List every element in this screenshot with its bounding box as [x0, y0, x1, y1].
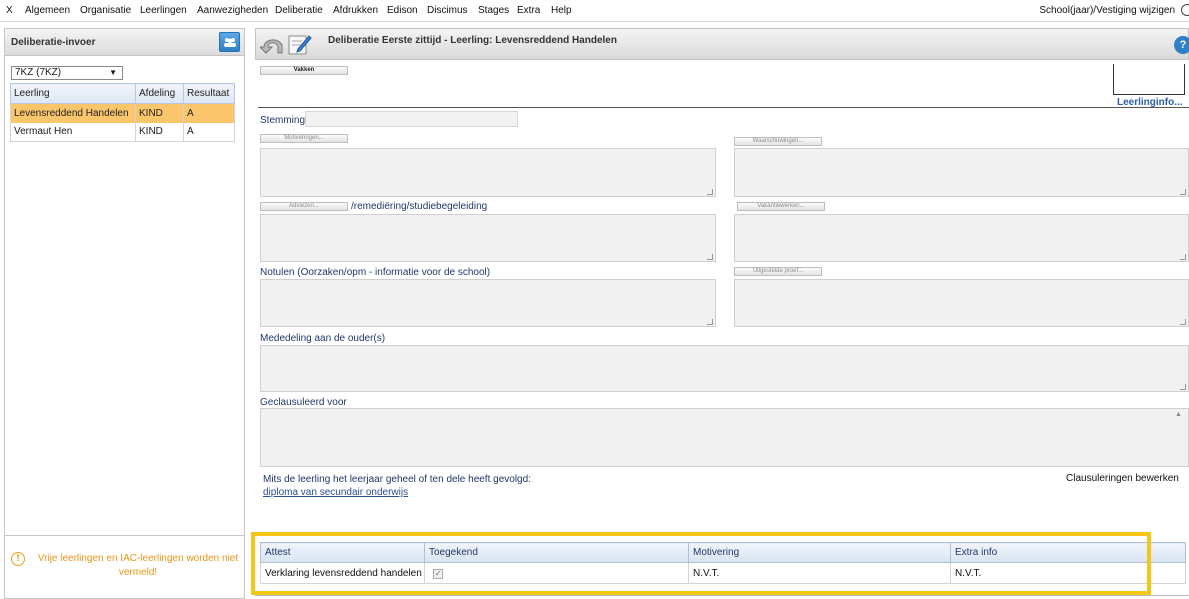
menu-help[interactable]: Help	[551, 5, 572, 16]
resize-grip-icon[interactable]	[1180, 384, 1186, 390]
uitgestelde-proef-textarea[interactable]	[734, 279, 1189, 327]
student-resultaat: A	[183, 122, 235, 142]
warning-icon: !	[11, 552, 25, 566]
student-afdeling: KIND	[135, 103, 184, 123]
warning-text: Vrije leerlingen en IAC-leerlingen worde…	[37, 553, 239, 578]
resize-grip-icon[interactable]	[1180, 189, 1186, 195]
help-icon[interactable]: ?	[1174, 36, 1189, 54]
resize-grip-icon[interactable]	[707, 254, 713, 260]
menu-afdrukken[interactable]: Afdrukken	[333, 5, 378, 16]
remediering-label: /remediëring/studiebegeleiding	[351, 201, 488, 212]
stemming-label: Stemming	[260, 115, 306, 126]
edit-icon[interactable]	[288, 32, 312, 56]
main-header: Deliberatie Eerste zittijd - Leerling: L…	[255, 28, 1189, 60]
menu-discimus[interactable]: Discimus	[427, 5, 468, 16]
stemming-field[interactable]	[305, 111, 518, 127]
resize-grip-icon[interactable]	[1180, 254, 1186, 260]
school-year-switch[interactable]: School(jaar)/Vestiging wijzigen	[1039, 5, 1175, 16]
student-table: Leerling Afdeling Resultaat Levensredden…	[10, 83, 235, 142]
resize-grip-icon[interactable]	[707, 319, 713, 325]
waarschuwingen-button[interactable]: Waarschuwingen...	[734, 137, 822, 146]
page-title: Deliberatie Eerste zittijd - Leerling: L…	[328, 35, 617, 46]
undo-icon[interactable]	[260, 33, 286, 57]
warning-box: ! Vrije leerlingen en IAC-leerlingen wor…	[5, 535, 244, 599]
mededeling-textarea[interactable]	[260, 345, 1189, 392]
student-name: Levensreddend Handelen	[10, 103, 136, 123]
menu-organisatie[interactable]: Organisatie	[80, 5, 131, 16]
group-button[interactable]	[219, 32, 240, 52]
motiveringen-button[interactable]: Motiveringen...	[260, 134, 348, 143]
waarschuwingen-textarea[interactable]	[734, 148, 1189, 197]
class-select[interactable]: 7KZ (7KZ) ▼	[11, 66, 123, 80]
bottom-strip	[255, 595, 1189, 599]
col-resultaat[interactable]: Resultaat	[183, 83, 235, 104]
menu-stages[interactable]: Stages	[478, 5, 509, 16]
notulen-textarea[interactable]	[260, 279, 716, 327]
mededeling-label: Mededeling aan de ouder(s)	[260, 333, 386, 344]
diploma-link[interactable]: diploma van secundair onderwijs	[263, 487, 408, 498]
menu-deliberatie[interactable]: Deliberatie	[275, 5, 323, 16]
table-row[interactable]: Levensreddend Handelen KIND A	[10, 103, 235, 123]
sidebar-title: Deliberatie-invoer	[11, 37, 96, 48]
geclausuleerd-textarea[interactable]	[260, 408, 1189, 467]
student-resultaat: A	[183, 103, 235, 123]
scroll-up-icon[interactable]: ▲	[1175, 411, 1182, 418]
menu-leerlingen[interactable]: Leerlingen	[140, 5, 187, 16]
clausuleringen-button[interactable]: Clausuleringen bewerken	[1066, 473, 1179, 484]
sidebar-header: Deliberatie-invoer	[5, 29, 244, 56]
menu-bar: X Algemeen Organisatie Leerlingen Aanwez…	[0, 0, 1189, 22]
motiveringen-textarea[interactable]	[260, 148, 716, 197]
sidebar-panel: Deliberatie-invoer 7KZ (7KZ) ▼ Leerling …	[4, 28, 245, 599]
resize-grip-icon[interactable]	[1180, 319, 1186, 325]
student-name: Vermaut Hen	[10, 122, 136, 142]
col-afdeling[interactable]: Afdeling	[135, 83, 184, 104]
menu-algemeen[interactable]: Algemeen	[25, 5, 70, 16]
resize-grip-icon[interactable]	[707, 189, 713, 195]
vakken-button[interactable]: Vakken	[260, 66, 348, 75]
vakantiewerken-button[interactable]: Vakantiewerken...	[737, 202, 825, 211]
uitgestelde-proef-button[interactable]: Uitgestelde proef...	[734, 267, 822, 276]
people-icon	[224, 38, 236, 47]
attest-highlight	[251, 532, 1151, 595]
mits-text: Mits de leerling het leerjaar geheel of …	[263, 474, 531, 485]
menu-close[interactable]: X	[6, 5, 13, 16]
geclausuleerd-label: Geclausuleerd voor	[260, 397, 347, 408]
notulen-label: Notulen (Oorzaken/opm - informatie voor …	[260, 267, 491, 278]
user-icon[interactable]	[1181, 4, 1189, 16]
table-row[interactable]: Vermaut Hen KIND A	[10, 122, 235, 142]
menu-extra[interactable]: Extra	[517, 5, 540, 16]
menu-edison[interactable]: Edison	[387, 5, 418, 16]
adviezen-button[interactable]: Adviezen...	[260, 202, 348, 211]
class-select-value: 7KZ (7KZ)	[15, 67, 62, 78]
student-photo	[1113, 64, 1185, 95]
menu-aanwezigheden[interactable]: Aanwezigheden	[197, 5, 268, 16]
adviezen-textarea[interactable]	[260, 214, 716, 262]
chevron-down-icon: ▼	[109, 68, 117, 77]
vakantiewerken-textarea[interactable]	[734, 214, 1189, 262]
student-afdeling: KIND	[135, 122, 184, 142]
divider	[258, 107, 1189, 108]
col-leerling[interactable]: Leerling	[10, 83, 136, 104]
